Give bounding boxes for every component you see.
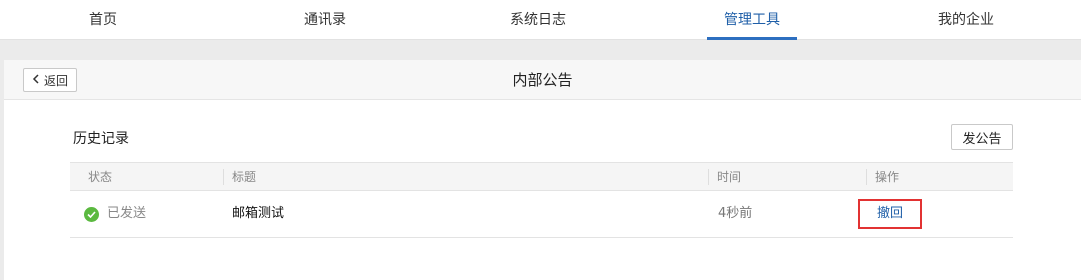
- tab-home[interactable]: 首页: [58, 0, 148, 40]
- card-header: 内部公告 返回: [4, 60, 1081, 100]
- tab-contacts[interactable]: 通讯录: [280, 0, 370, 40]
- top-navigation: 首页 通讯录 系统日志 管理工具 我的企业: [0, 0, 1081, 40]
- table-header: 状态 标题 时间 操作: [70, 162, 1013, 191]
- tab-admin-tools[interactable]: 管理工具: [707, 0, 797, 40]
- recall-link[interactable]: 撤回: [858, 199, 922, 229]
- table-row: 已发送 邮箱测试 4秒前 撤回: [70, 191, 1013, 238]
- active-tab-indicator: [707, 37, 797, 40]
- page-title: 内部公告: [512, 71, 573, 89]
- back-button[interactable]: 返回: [23, 68, 77, 92]
- time-cell: 4秒前: [718, 206, 753, 221]
- status-cell: 已发送: [84, 191, 146, 237]
- chevron-left-icon: [32, 74, 40, 86]
- tab-system-log[interactable]: 系统日志: [493, 0, 583, 40]
- tab-my-company[interactable]: 我的企业: [921, 0, 1011, 40]
- history-table: 状态 标题 时间 操作 已发送 邮箱测试 4秒前 撤回: [70, 162, 1013, 238]
- back-button-label: 返回: [43, 73, 68, 88]
- column-header-status: 状态: [88, 170, 113, 184]
- column-header-time: 时间: [708, 169, 741, 185]
- subject-cell: 邮箱测试: [232, 206, 285, 221]
- announcement-card: 内部公告 返回 历史记录 发公告 状态 标题 时间 操作 已发送 邮箱测试 4秒…: [4, 60, 1081, 280]
- column-header-subject: 标题: [223, 169, 256, 185]
- check-circle-icon: [84, 206, 99, 222]
- section-title: 历史记录: [73, 131, 129, 147]
- publish-announcement-button[interactable]: 发公告: [951, 124, 1013, 150]
- status-text: 已发送: [107, 206, 147, 221]
- column-header-action: 操作: [866, 169, 899, 185]
